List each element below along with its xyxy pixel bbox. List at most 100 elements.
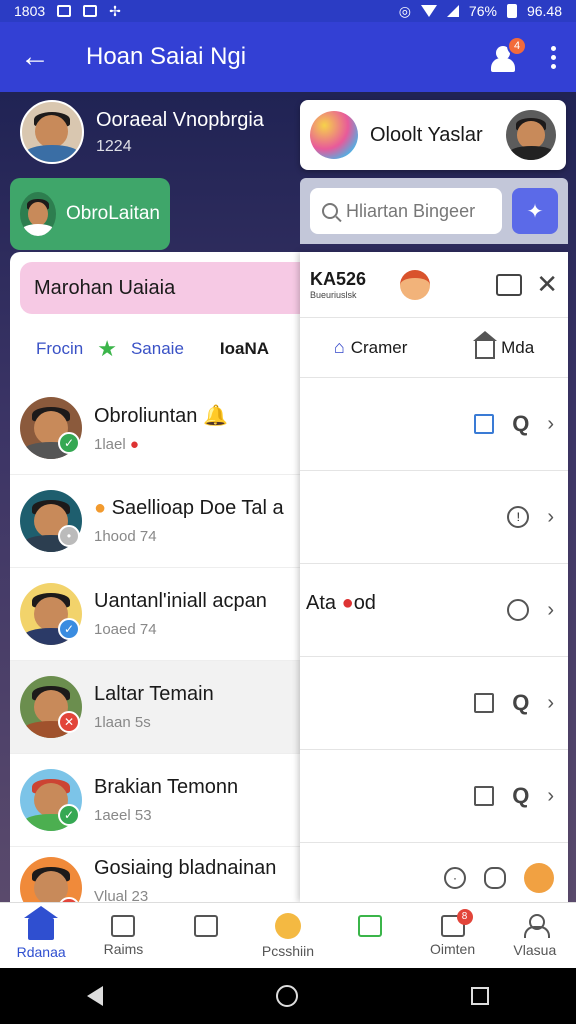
- nav-home[interactable]: Rdanaa: [0, 903, 82, 968]
- chevron-right-icon[interactable]: ›: [547, 692, 554, 715]
- battery-icon: [506, 4, 517, 18]
- settings-button[interactable]: ✦: [512, 188, 558, 234]
- bank-icon: ⌂: [333, 337, 345, 357]
- nav-edit[interactable]: .: [329, 903, 411, 968]
- back-arrow-icon[interactable]: ←: [20, 40, 56, 74]
- checkbox[interactable]: [474, 414, 495, 434]
- checkbox[interactable]: [474, 786, 495, 806]
- tab-frocin[interactable]: Frocin: [36, 339, 83, 359]
- pink-title: Marohan Uaiaia: [34, 276, 176, 299]
- home-icon: [24, 905, 59, 940]
- tab-ioana[interactable]: IoaNA: [220, 339, 269, 359]
- image-icon: [57, 5, 72, 17]
- search-icon: [322, 203, 338, 219]
- system-home-icon[interactable]: [275, 985, 298, 1007]
- chevron-right-icon[interactable]: ›: [547, 506, 554, 529]
- list-item[interactable]: ✓ Uantanl'iniall acpan 1oaed 74: [10, 568, 300, 661]
- nav-profile[interactable]: Vlasua: [494, 903, 576, 968]
- nav-face[interactable]: Pcsshiin: [247, 903, 329, 968]
- contact-meta: 1hood 74: [94, 528, 157, 545]
- mail-icon: [193, 914, 218, 937]
- contact-name: Brakian Temonn: [94, 776, 239, 798]
- tab-mda[interactable]: Mda: [473, 330, 535, 359]
- top-card[interactable]: Oloolt Yaslar: [300, 100, 566, 170]
- avatar: [20, 192, 56, 236]
- row-title-overflow: Ata ●od: [306, 592, 376, 615]
- contact-name: Gosiaing bladnainan: [94, 857, 277, 879]
- close-icon[interactable]: ✕: [536, 269, 558, 300]
- app-icon: [83, 5, 98, 17]
- system-back-icon[interactable]: [86, 986, 103, 1006]
- contact-name: Uantanl'iniall acpan: [94, 590, 267, 612]
- contact-name: Obroliuntan: [94, 405, 198, 427]
- profile-icon: [523, 913, 550, 938]
- info-icon[interactable]: !: [507, 506, 530, 528]
- search-panel: Hliartan Bingeer ✦: [300, 178, 568, 244]
- offline-status-icon: •: [58, 525, 80, 547]
- chip-label: ObroLaitan: [65, 203, 160, 224]
- online-status-icon: ✓: [58, 804, 80, 826]
- gear-icon: ✦: [526, 200, 544, 223]
- panel-row[interactable]: Q ›: [300, 750, 568, 843]
- panel-row[interactable]: Q ›: [300, 657, 568, 750]
- clock: 96.48: [526, 3, 562, 19]
- tab-cramer[interactable]: ⌂ Cramer: [334, 337, 408, 358]
- profile-action-button[interactable]: 4: [487, 36, 527, 74]
- pink-header: Marohan Uaiaia: [20, 262, 300, 314]
- nav-oimten[interactable]: 8 Oimten: [411, 903, 493, 968]
- chat-list: ✓ Obroliuntan 🔔 1lael ● • ● Saellioap Do…: [10, 382, 300, 917]
- chat-icon[interactable]: Q: [512, 783, 529, 809]
- user-name: Ooraeal Vnopbrgia: [96, 108, 264, 131]
- notification-badge: 4: [507, 36, 527, 56]
- wifi-icon: [420, 5, 437, 17]
- panel-code-sub: Bueuriuslsk: [310, 290, 357, 300]
- list-item[interactable]: ✓ Obroliuntan 🔔 1lael ●: [10, 382, 300, 475]
- document-icon[interactable]: [496, 273, 523, 296]
- chat-bubble-icon[interactable]: [484, 867, 506, 889]
- alarm-icon: ◎: [398, 2, 411, 19]
- grid-icon: [111, 914, 136, 937]
- tab-sanaie[interactable]: Sanaie: [131, 339, 184, 359]
- contact-name: Laltar Temain: [94, 683, 214, 705]
- nav-home-label: Rdanaa: [16, 943, 66, 960]
- top-card-title: Oloolt Yaslar: [370, 123, 483, 146]
- timer-icon[interactable]: ·: [444, 867, 466, 889]
- system-recents-icon[interactable]: [471, 987, 490, 1005]
- top-user-card[interactable]: Ooraeal Vnopbrgia 1224: [20, 100, 264, 164]
- contact-meta: 1oaed 74: [94, 621, 157, 638]
- emoji-face-icon: [274, 912, 301, 939]
- status-circle-icon[interactable]: [507, 599, 530, 621]
- list-item[interactable]: • ● Saellioap Doe Tal a 1hood 74: [10, 475, 300, 568]
- more-options-icon[interactable]: [551, 45, 556, 69]
- character-icon: [400, 269, 431, 300]
- title-suffix: Ata: [306, 592, 337, 614]
- contact-meta: 1laan 5s: [94, 714, 151, 731]
- panel-row[interactable]: ! ›: [300, 471, 568, 564]
- panel-row[interactable]: Q ›: [300, 378, 568, 471]
- chat-icon[interactable]: Q: [512, 411, 529, 437]
- list-item[interactable]: ✕ Laltar Temain 1laan 5s: [10, 661, 300, 754]
- list-item[interactable]: ✓ Brakian Temonn 1aeel 53: [10, 754, 300, 847]
- edit-icon: [358, 914, 383, 937]
- notifications-icon: 8: [440, 908, 473, 937]
- chat-icon[interactable]: Q: [512, 690, 529, 716]
- search-input[interactable]: Hliartan Bingeer: [310, 188, 502, 234]
- chevron-right-icon[interactable]: ›: [547, 599, 554, 622]
- nav-raims[interactable]: Raims: [82, 903, 164, 968]
- checkbox[interactable]: [474, 693, 495, 713]
- green-chip[interactable]: ObroLaitan: [10, 178, 170, 250]
- home-icon: [473, 330, 498, 359]
- time-label: 1803: [14, 3, 46, 19]
- online-status-icon: ✓: [58, 432, 80, 454]
- page-title: Hoan Saiai Ngi: [86, 43, 247, 70]
- chevron-right-icon[interactable]: ›: [547, 413, 554, 436]
- status-bar: 1803 ✢ ◎ 76% 96.48: [0, 0, 576, 22]
- chevron-right-icon[interactable]: ›: [547, 785, 554, 808]
- avatar: [506, 110, 556, 160]
- panel-code: KA526: [310, 269, 367, 289]
- tab-mda-label: Mda: [501, 337, 535, 357]
- contact-meta: 1aeel 53: [94, 807, 152, 824]
- detail-panel: KA526 Bueuriuslsk ✕ ⌂ Cramer Mda Q › ! ›…: [300, 252, 568, 902]
- nav-oimten-label: Oimten: [429, 940, 476, 957]
- nav-pcsshiin[interactable]: .: [165, 903, 247, 968]
